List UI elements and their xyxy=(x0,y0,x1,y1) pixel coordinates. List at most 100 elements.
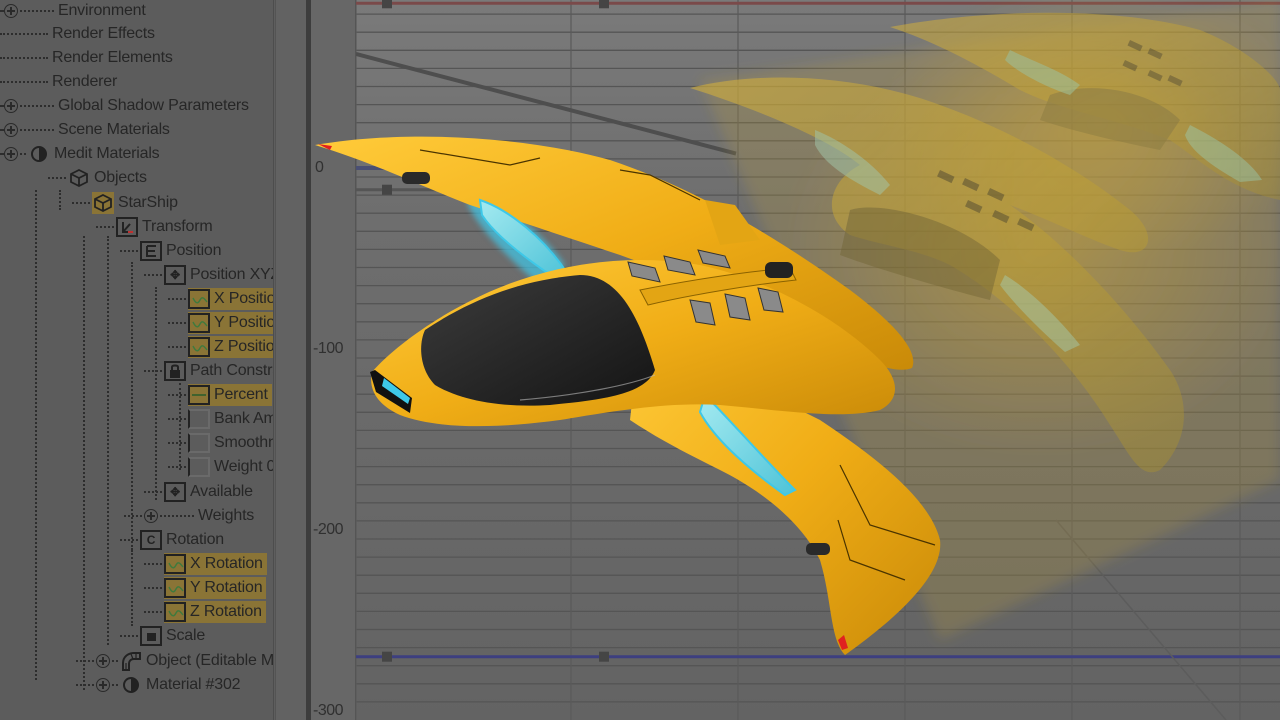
keyframe-handle[interactable] xyxy=(599,651,609,662)
tree-item-content: Smoothnes xyxy=(188,432,273,454)
tree-item-label: Medit Materials xyxy=(54,145,160,162)
tree-item-object-editable-mesl[interactable]: Object (Editable Mesl xyxy=(76,650,274,672)
tree-connector-line xyxy=(168,298,186,300)
tree-item-render-effects[interactable]: Render Effects xyxy=(0,23,157,45)
tree-connector-line xyxy=(168,418,186,420)
expand-plus-icon[interactable] xyxy=(4,99,18,113)
tree-item-content: Y Rotation xyxy=(164,577,267,599)
tree-item-material-302[interactable]: Material #302 xyxy=(76,674,242,696)
tree-item-content: Scene Materials xyxy=(56,119,172,141)
tree-item-position[interactable]: Position xyxy=(120,240,223,262)
tree-item-weights[interactable]: Weights xyxy=(124,505,256,527)
tree-item-label: Object (Editable Mesl xyxy=(146,652,274,669)
keyframe-handle[interactable] xyxy=(599,0,609,9)
tree-item-content: Transform xyxy=(116,216,215,238)
keyframe-handle[interactable] xyxy=(382,184,392,195)
tree-item-bank-amou[interactable]: Bank Amou xyxy=(168,408,273,430)
tree-item-starship[interactable]: StarShip xyxy=(72,192,182,214)
grid-line-diagonal xyxy=(1055,519,1227,720)
tree-item-content: Renderer xyxy=(50,71,119,93)
tree-item-z-position[interactable]: Z Position xyxy=(168,336,273,358)
keyframe-handle[interactable] xyxy=(382,0,392,9)
tree-item-y-rotation[interactable]: Y Rotation xyxy=(144,577,267,599)
tree-connector-line xyxy=(168,346,186,348)
tree-item-path-constrair[interactable]: Path Constrair xyxy=(144,360,273,382)
expand-plus-icon[interactable] xyxy=(96,654,110,668)
tree-item-global-shadow-parameters[interactable]: Global Shadow Parameters xyxy=(0,95,251,117)
tree-item-content: Object (Editable Mesl xyxy=(120,650,274,672)
tree-item-content: X Position xyxy=(188,288,273,310)
tree-connector-line xyxy=(120,539,138,541)
editable-mesh-icon xyxy=(120,650,142,672)
expand-plus-icon[interactable] xyxy=(4,4,18,18)
tree-connector-line xyxy=(144,563,162,565)
tree-item-transform[interactable]: Transform xyxy=(96,216,215,238)
percent-track-icon xyxy=(188,385,210,405)
tree-connector-line xyxy=(144,274,162,276)
tree-item-render-elements[interactable]: Render Elements xyxy=(0,47,175,69)
tree-connector-line xyxy=(0,33,48,35)
tree-connector-line xyxy=(76,684,94,686)
curve-editor-graph[interactable] xyxy=(356,0,1280,720)
tree-item-medit-materials[interactable]: Medit Materials xyxy=(0,143,161,165)
tree-item-x-position[interactable]: X Position xyxy=(168,288,273,310)
tree-item-label: Material #302 xyxy=(146,676,241,693)
tree-connector-line xyxy=(20,105,54,107)
tree-item-rotation[interactable]: C Rotation xyxy=(120,529,226,551)
tree-item-label: Bank Amou xyxy=(214,410,273,427)
tree-item-x-rotation[interactable]: X Rotation xyxy=(144,553,267,575)
tree-connector-line xyxy=(76,660,94,662)
rotation-icon: C xyxy=(140,530,162,550)
float-curve-icon xyxy=(188,337,210,357)
tree-item-label: Position xyxy=(166,242,222,259)
expand-plus-icon[interactable] xyxy=(96,678,110,692)
tree-item-y-position[interactable]: Y Position xyxy=(168,312,273,334)
tree-item-weight-0[interactable]: Weight 0 xyxy=(168,456,273,478)
tree-connector-line xyxy=(160,515,194,517)
tree-connector-line xyxy=(144,491,162,493)
expand-plus-icon[interactable] xyxy=(144,509,158,523)
tree-connector-line xyxy=(120,250,138,252)
tree-item-objects[interactable]: Objects xyxy=(48,167,149,189)
tree-item-smoothnes[interactable]: Smoothnes xyxy=(168,432,273,454)
expand-plus-icon[interactable] xyxy=(4,123,18,137)
ruler-tick-label: -300 xyxy=(313,702,344,719)
tree-connector-line xyxy=(96,226,114,228)
tree-item-z-rotation[interactable]: Z Rotation xyxy=(144,601,266,623)
tree-item-content: Weight 0 xyxy=(188,456,273,478)
tree-item-label: Available xyxy=(190,483,253,500)
tree-item-scale[interactable]: Scale xyxy=(120,625,207,647)
tree-item-content: Global Shadow Parameters xyxy=(56,95,251,117)
move-arrows-icon: ✥ xyxy=(164,482,186,502)
tree-item-available[interactable]: ✥ Available xyxy=(144,481,255,503)
material-sphere-icon xyxy=(28,143,50,165)
tree-item-percent[interactable]: Percent xyxy=(168,384,272,406)
ruler-tick-label: 0 xyxy=(315,159,324,176)
tree-item-label: Renderer xyxy=(52,73,118,90)
tree-connector-line xyxy=(168,466,186,468)
graph-canvas[interactable] xyxy=(356,0,1280,720)
tree-connector-line xyxy=(72,202,90,204)
expand-plus-icon[interactable] xyxy=(4,147,18,161)
tree-item-content: ✥ Available xyxy=(164,481,255,503)
tree-connector-line xyxy=(0,57,48,59)
tree-item-position-xyz[interactable]: ✥ Position XYZ xyxy=(144,264,273,286)
tree-item-label: Render Elements xyxy=(52,49,173,66)
float-curve-icon xyxy=(164,578,186,598)
tree-connector-line xyxy=(0,81,48,83)
tree-connector-line xyxy=(168,322,186,324)
tree-item-content: Path Constrair xyxy=(164,360,273,382)
tree-item-environment[interactable]: Environment xyxy=(0,0,148,22)
tree-item-renderer[interactable]: Renderer xyxy=(0,71,119,93)
tree-item-label: Scene Materials xyxy=(58,121,170,138)
tree-connector-line xyxy=(20,129,54,131)
tree-item-label: Global Shadow Parameters xyxy=(58,97,249,114)
tree-item-content: Scale xyxy=(140,625,207,647)
tree-connector-line xyxy=(124,515,142,517)
tree-item-content: Z Rotation xyxy=(164,601,266,623)
tree-item-scene-materials[interactable]: Scene Materials xyxy=(0,119,172,141)
float-curve-icon xyxy=(164,554,186,574)
tree-connector-line xyxy=(112,684,118,686)
keyframe-handle[interactable] xyxy=(382,651,392,662)
float-curve-icon xyxy=(188,289,210,309)
